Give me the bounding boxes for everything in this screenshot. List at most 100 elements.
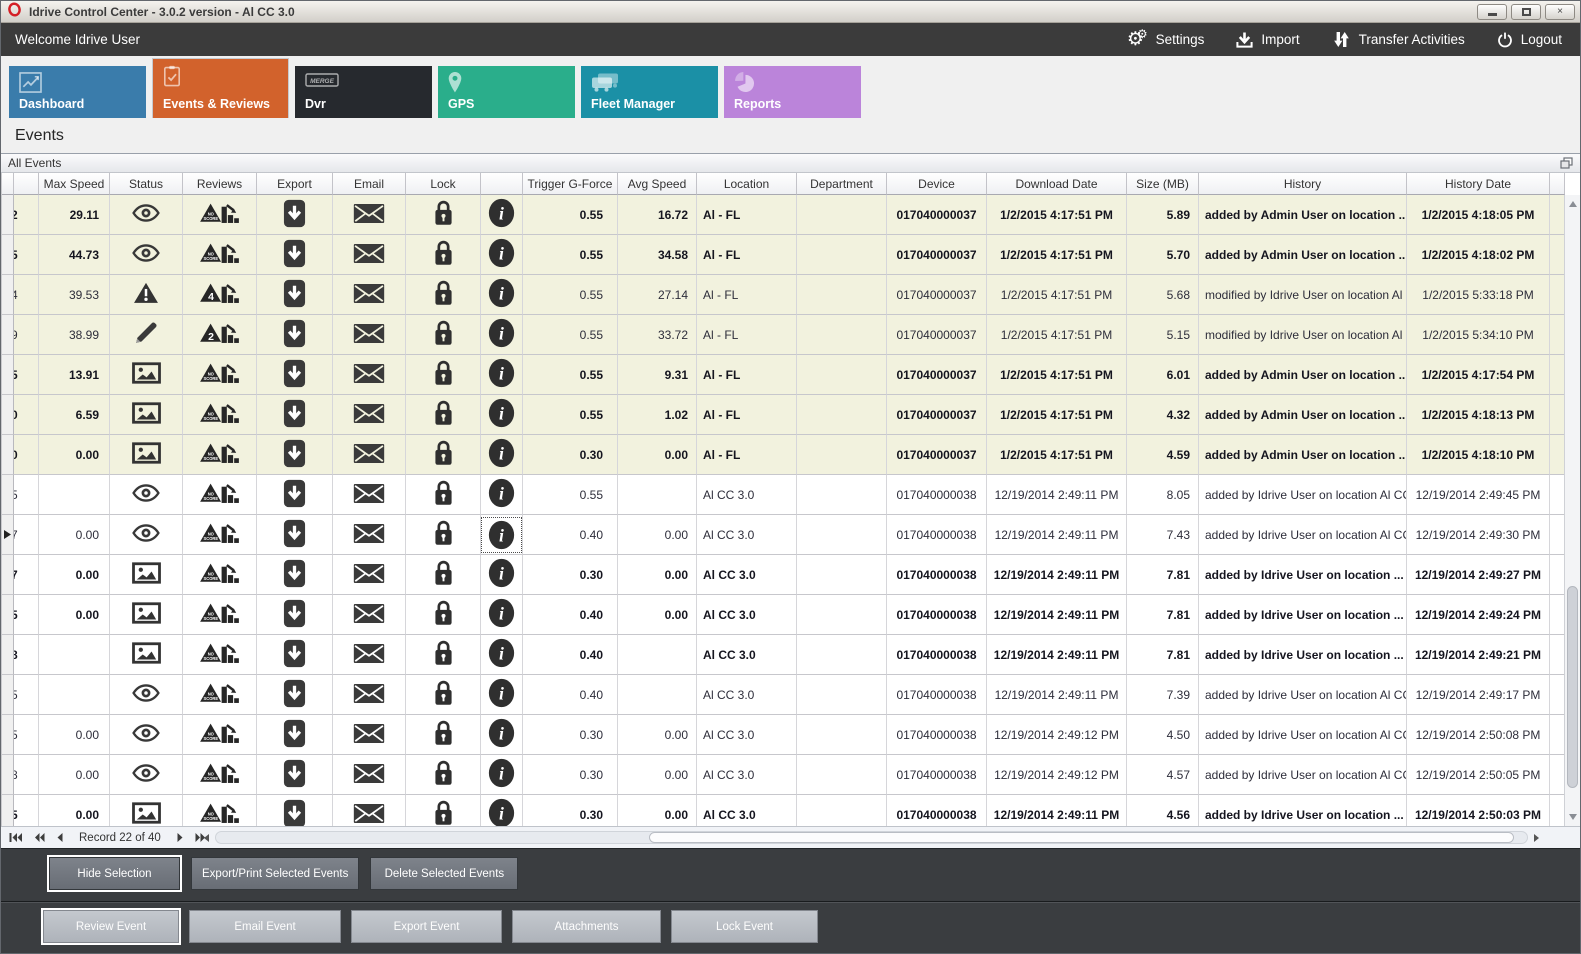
info-button[interactable]: i	[481, 355, 523, 395]
scroll-down-icon[interactable]	[1565, 810, 1580, 824]
email-icon[interactable]	[353, 403, 385, 427]
row-selector[interactable]	[2, 795, 14, 826]
email-event-button[interactable]: Email Event	[189, 910, 341, 943]
delete-selected-events-button[interactable]: Delete Selected Events	[370, 857, 518, 890]
export-icon[interactable]	[283, 679, 306, 711]
table-row[interactable]: 50.00NOSCOREi0.400.00Al CC 3.00170400000…	[2, 595, 1580, 635]
export-icon[interactable]	[283, 799, 306, 827]
prev-page-button[interactable]	[34, 833, 45, 842]
lock-button[interactable]	[406, 235, 481, 275]
column-header-score[interactable]: Reviews	[183, 173, 257, 195]
lock-icon[interactable]	[433, 399, 454, 430]
export-button[interactable]	[257, 315, 333, 355]
email-button[interactable]	[333, 755, 406, 795]
row-selector[interactable]	[2, 355, 14, 395]
info-icon[interactable]: i	[481, 517, 522, 553]
lock-button[interactable]	[406, 795, 481, 826]
lock-event-button[interactable]: Lock Event	[671, 910, 818, 943]
info-icon[interactable]: i	[488, 318, 515, 351]
lock-icon[interactable]	[433, 319, 454, 350]
email-button[interactable]	[333, 515, 406, 555]
lock-icon[interactable]	[433, 479, 454, 510]
export-icon[interactable]	[283, 359, 306, 391]
email-button[interactable]	[333, 355, 406, 395]
info-button[interactable]: i	[481, 395, 523, 435]
lock-button[interactable]	[406, 315, 481, 355]
lock-button[interactable]	[406, 595, 481, 635]
column-header-size[interactable]: Size (MB)	[1127, 173, 1199, 195]
info-icon[interactable]: i	[488, 718, 515, 751]
menu-action-logout[interactable]: Logout	[1497, 32, 1562, 48]
email-icon[interactable]	[353, 323, 385, 347]
info-icon[interactable]: i	[488, 598, 515, 631]
row-selector[interactable]	[2, 315, 14, 355]
row-selector[interactable]	[2, 435, 14, 475]
email-button[interactable]	[333, 715, 406, 755]
info-button[interactable]: i	[481, 235, 523, 275]
table-row[interactable]: 80.00NOSCOREi0.300.00Al CC 3.00170400000…	[2, 755, 1580, 795]
column-header-export[interactable]: Export	[257, 173, 333, 195]
export-icon[interactable]	[283, 239, 306, 271]
lock-button[interactable]	[406, 515, 481, 555]
table-row[interactable]: 5NOSCOREi0.40Al CC 3.001704000003812/19/…	[2, 675, 1580, 715]
lock-icon[interactable]	[433, 439, 454, 470]
first-record-button[interactable]	[9, 833, 22, 842]
column-header-sel[interactable]	[2, 173, 14, 195]
export-event-button[interactable]: Export Event	[351, 910, 502, 943]
export-icon[interactable]	[283, 559, 306, 591]
column-header-history[interactable]: History	[1199, 173, 1407, 195]
row-selector[interactable]	[2, 755, 14, 795]
lock-button[interactable]	[406, 275, 481, 315]
column-header-gforce[interactable]: Trigger G-Force	[523, 173, 618, 195]
table-row[interactable]: 229.11NOSCOREi0.5516.72Al - FL0170400000…	[2, 195, 1580, 235]
lock-button[interactable]	[406, 435, 481, 475]
info-icon[interactable]: i	[488, 438, 515, 471]
row-selector[interactable]	[2, 555, 14, 595]
vertical-scrollbar-thumb[interactable]	[1567, 586, 1578, 788]
email-button[interactable]	[333, 435, 406, 475]
info-button[interactable]: i	[481, 675, 523, 715]
lock-button[interactable]	[406, 195, 481, 235]
column-header-download_date[interactable]: Download Date	[987, 173, 1127, 195]
email-button[interactable]	[333, 195, 406, 235]
info-icon[interactable]: i	[488, 398, 515, 431]
info-button[interactable]: i	[481, 475, 523, 515]
email-button[interactable]	[333, 555, 406, 595]
column-header-status[interactable]: Status	[110, 173, 183, 195]
info-button[interactable]: i	[481, 515, 523, 555]
export-icon[interactable]	[283, 639, 306, 671]
attachments-button[interactable]: Attachments	[512, 910, 661, 943]
table-row[interactable]: 70.00NOSCOREi0.300.00Al CC 3.00170400000…	[2, 555, 1580, 595]
lock-icon[interactable]	[433, 759, 454, 790]
column-header-department[interactable]: Department	[797, 173, 887, 195]
table-row[interactable]: 50.00NOSCOREi0.300.00Al CC 3.00170400000…	[2, 715, 1580, 755]
lock-icon[interactable]	[433, 719, 454, 750]
export-button[interactable]	[257, 435, 333, 475]
email-icon[interactable]	[353, 243, 385, 267]
info-icon[interactable]: i	[488, 358, 515, 391]
email-icon[interactable]	[353, 523, 385, 547]
export-button[interactable]	[257, 715, 333, 755]
lock-icon[interactable]	[433, 359, 454, 390]
tab-reports[interactable]: Reports	[724, 66, 861, 118]
export-button[interactable]	[257, 635, 333, 675]
export-button[interactable]	[257, 355, 333, 395]
lock-icon[interactable]	[433, 559, 454, 590]
row-selector[interactable]	[2, 395, 14, 435]
export-icon[interactable]	[283, 399, 306, 431]
info-icon[interactable]: i	[488, 758, 515, 791]
table-row[interactable]: 938.992i0.5533.72Al - FL0170400000371/2/…	[2, 315, 1580, 355]
export-button[interactable]	[257, 595, 333, 635]
scroll-up-icon[interactable]	[1565, 197, 1580, 211]
email-icon[interactable]	[353, 563, 385, 587]
email-button[interactable]	[333, 635, 406, 675]
cascade-icon[interactable]	[1560, 157, 1573, 169]
email-icon[interactable]	[353, 683, 385, 707]
export-icon[interactable]	[283, 599, 306, 631]
tab-dashboard[interactable]: Dashboard	[9, 66, 146, 118]
export-button[interactable]	[257, 275, 333, 315]
column-header-avg_speed[interactable]: Avg Speed	[618, 173, 697, 195]
tab-events-reviews[interactable]: Events & Reviews	[152, 58, 289, 118]
lock-button[interactable]	[406, 355, 481, 395]
export-button[interactable]	[257, 795, 333, 826]
